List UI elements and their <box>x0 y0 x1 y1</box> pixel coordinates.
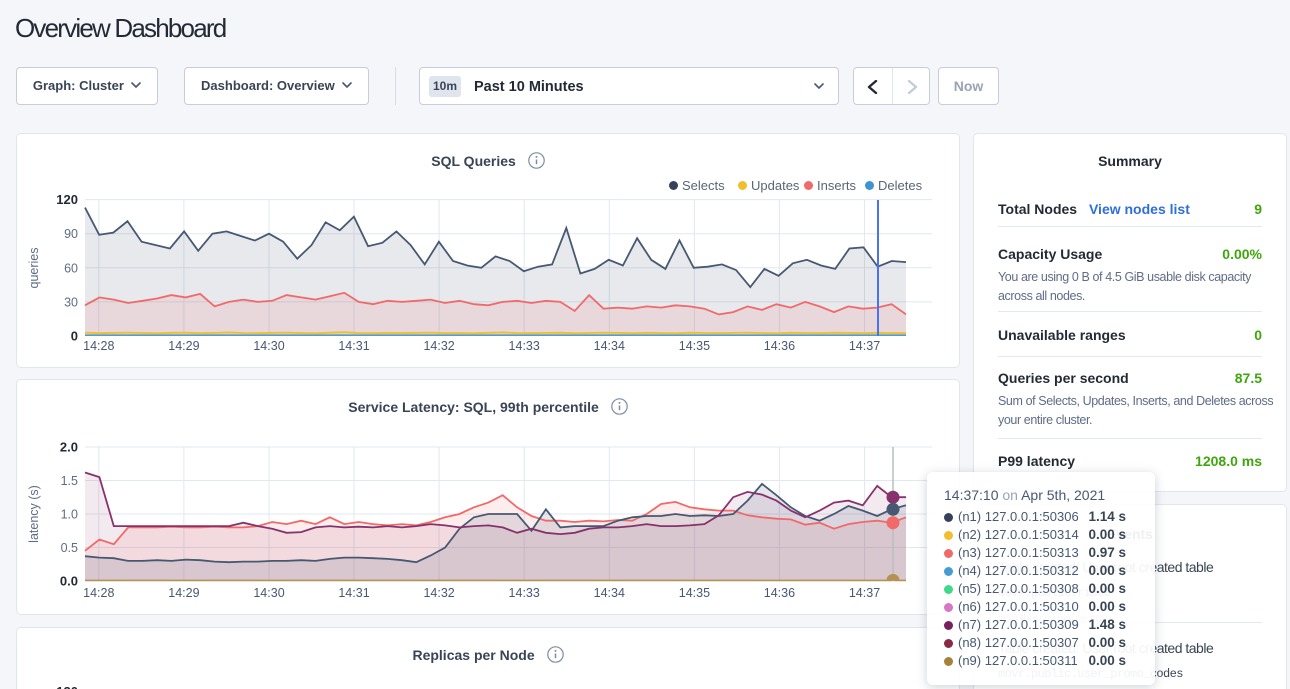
svg-text:1.5: 1.5 <box>61 474 78 488</box>
svg-text:14:34: 14:34 <box>594 586 625 600</box>
svg-text:14:33: 14:33 <box>509 339 540 353</box>
svg-text:120: 120 <box>56 684 78 689</box>
svg-text:90: 90 <box>64 227 78 241</box>
svg-text:120: 120 <box>56 192 78 207</box>
svg-text:60: 60 <box>64 261 78 275</box>
svg-text:14:29: 14:29 <box>168 339 199 353</box>
svg-text:1.0: 1.0 <box>61 508 78 522</box>
svg-text:14:32: 14:32 <box>423 339 454 353</box>
svg-text:latency (s): latency (s) <box>27 485 41 543</box>
svg-text:30: 30 <box>64 295 78 309</box>
svg-text:14:28: 14:28 <box>83 339 114 353</box>
svg-text:14:37: 14:37 <box>849 586 880 600</box>
svg-text:14:29: 14:29 <box>168 586 199 600</box>
svg-text:14:35: 14:35 <box>679 339 710 353</box>
svg-text:14:30: 14:30 <box>253 586 284 600</box>
svg-text:0: 0 <box>71 329 78 344</box>
svg-text:0.5: 0.5 <box>61 541 78 555</box>
svg-text:14:31: 14:31 <box>338 339 369 353</box>
svg-text:14:35: 14:35 <box>679 586 710 600</box>
svg-text:14:28: 14:28 <box>83 586 114 600</box>
svg-text:14:33: 14:33 <box>509 586 540 600</box>
svg-text:14:36: 14:36 <box>764 586 795 600</box>
svg-text:14:32: 14:32 <box>423 586 454 600</box>
svg-text:14:31: 14:31 <box>338 586 369 600</box>
svg-text:14:30: 14:30 <box>253 339 284 353</box>
svg-text:queries: queries <box>27 248 41 289</box>
svg-text:2.0: 2.0 <box>60 440 78 455</box>
svg-text:14:37: 14:37 <box>849 339 880 353</box>
svg-text:14:36: 14:36 <box>764 339 795 353</box>
svg-text:14:34: 14:34 <box>594 339 625 353</box>
svg-text:0.0: 0.0 <box>60 574 78 589</box>
